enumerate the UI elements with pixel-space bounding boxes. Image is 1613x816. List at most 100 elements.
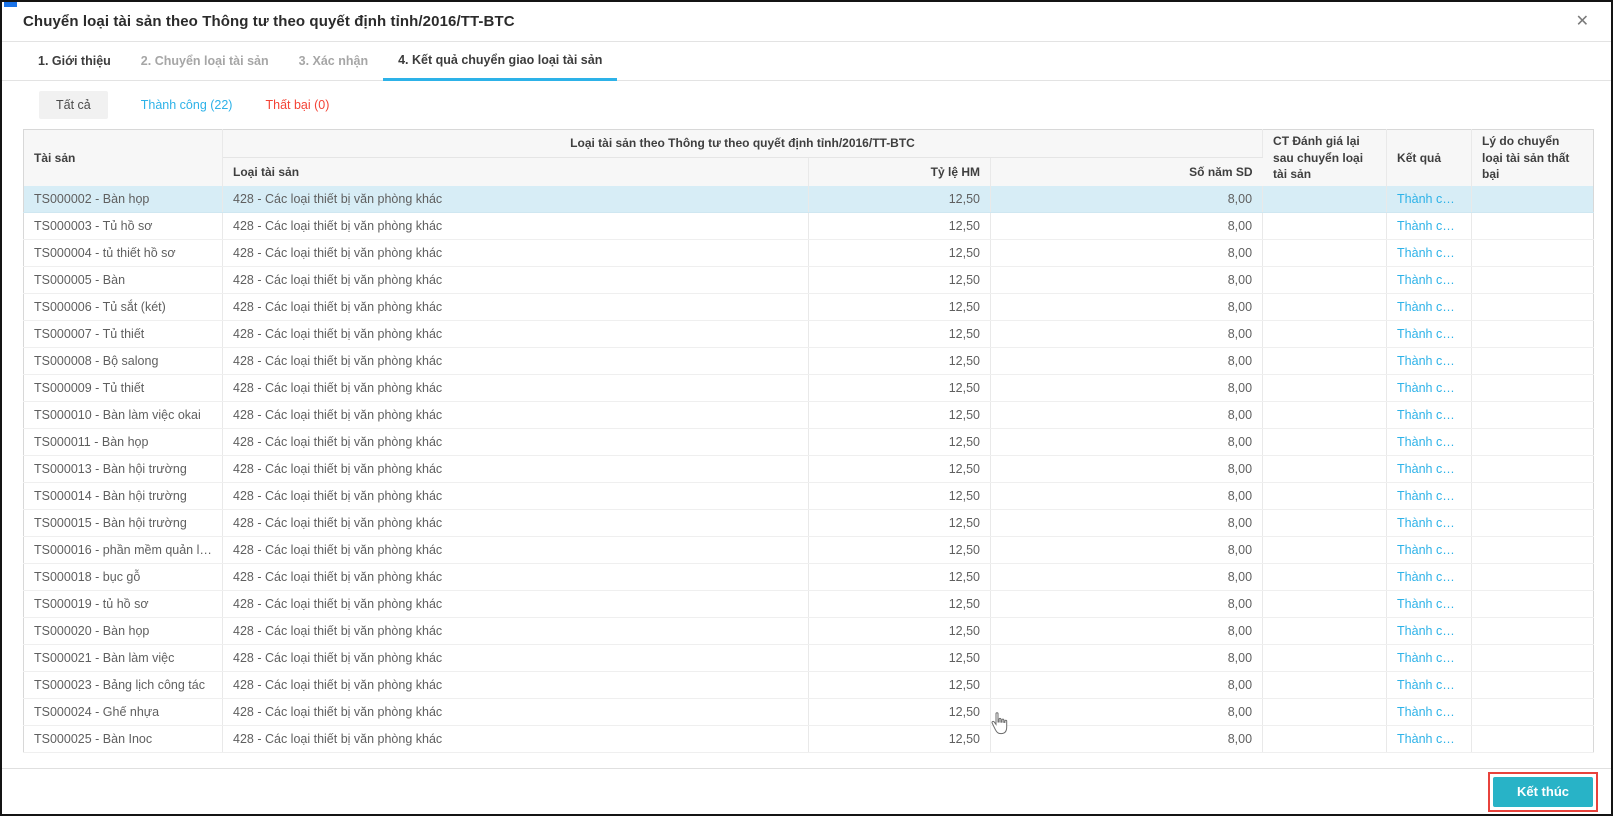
cell-reason xyxy=(1471,428,1594,456)
cell-result: Thành công xyxy=(1386,617,1473,645)
cell-reason xyxy=(1471,617,1594,645)
cell-reason xyxy=(1471,320,1594,348)
cell-ct xyxy=(1262,374,1388,402)
cell-asset: TS000023 - Bảng lịch công tác xyxy=(23,671,223,699)
cell-years: 8,00 xyxy=(990,185,1264,213)
cell-result: Thành công xyxy=(1386,563,1473,591)
table-row[interactable]: TS000009 - Tủ thiết 428 - Các loại thiết … xyxy=(23,374,1594,402)
cell-reason xyxy=(1471,455,1594,483)
cell-rate: 12,50 xyxy=(808,266,991,294)
cell-type: 428 - Các loại thiết bị văn phòng khác xyxy=(222,590,809,618)
dialog-header: Chuyển loại tài sản theo Thông tư theo q… xyxy=(2,2,1611,42)
cell-reason xyxy=(1471,185,1594,213)
table-row[interactable]: TS000005 - Bàn 428 - Các loại thiết bị vă… xyxy=(23,266,1594,294)
cell-ct xyxy=(1262,698,1388,726)
table-row[interactable]: TS000013 - Bàn hội trường 428 - Các loại … xyxy=(23,455,1594,483)
cell-result: Thành công xyxy=(1386,320,1473,348)
step-xac-nhan[interactable]: 3. Xác nhận xyxy=(284,42,383,80)
cell-asset: TS000018 - bục gỗ xyxy=(23,563,223,591)
cell-result: Thành công xyxy=(1386,455,1473,483)
table-row[interactable]: TS000014 - Bàn hội trường 428 - Các loại … xyxy=(23,482,1594,510)
table-row[interactable]: TS000019 - tủ hồ sơ 428 - Các loại thiết … xyxy=(23,590,1594,618)
cell-years: 8,00 xyxy=(990,563,1264,591)
cell-asset: TS000011 - Bàn họp xyxy=(23,428,223,456)
step-gioi-thieu[interactable]: 1. Giới thiệu xyxy=(23,42,126,80)
asset-type-transfer-dialog: Chuyển loại tài sản theo Thông tư theo q… xyxy=(0,0,1613,816)
filter-all[interactable]: Tất cả xyxy=(39,91,108,119)
screenshot-corner-artifact xyxy=(4,2,17,7)
cell-result: Thành công xyxy=(1386,671,1473,699)
cell-ct xyxy=(1262,293,1388,321)
cell-type: 428 - Các loại thiết bị văn phòng khác xyxy=(222,428,809,456)
table-row[interactable]: TS000008 - Bộ salong 428 - Các loại thiết… xyxy=(23,347,1594,375)
cell-result: Thành công xyxy=(1386,536,1473,564)
cell-ct xyxy=(1262,671,1388,699)
cell-ct xyxy=(1262,428,1388,456)
cell-rate: 12,50 xyxy=(808,617,991,645)
table-row[interactable]: TS000003 - Tủ hồ sơ 428 - Các loại thiết … xyxy=(23,212,1594,240)
cell-years: 8,00 xyxy=(990,482,1264,510)
table-row[interactable]: TS000006 - Tủ sắt (két) 428 - Các loại th… xyxy=(23,293,1594,321)
cell-years: 8,00 xyxy=(990,320,1264,348)
table-row[interactable]: TS000004 - tủ thiết hồ sơ 428 - Các loại … xyxy=(23,239,1594,267)
cell-asset: TS000020 - Bàn họp xyxy=(23,617,223,645)
filter-fail[interactable]: Thất bại (0) xyxy=(265,98,329,112)
table-row[interactable]: TS000015 - Bàn hội trường 428 - Các loại … xyxy=(23,509,1594,537)
table-row[interactable]: TS000021 - Bàn làm việc 428 - Các loại th… xyxy=(23,644,1594,672)
table-row[interactable]: TS000011 - Bàn họp 428 - Các loại thiết b… xyxy=(23,428,1594,456)
cell-result: Thành công xyxy=(1386,590,1473,618)
cell-asset: TS000004 - tủ thiết hồ sơ xyxy=(23,239,223,267)
cell-ct xyxy=(1262,482,1388,510)
cell-type: 428 - Các loại thiết bị văn phòng khác xyxy=(222,401,809,429)
table-row[interactable]: TS000002 - Bàn họp 428 - Các loại thiết b… xyxy=(23,185,1594,213)
cell-reason xyxy=(1471,212,1594,240)
cell-type: 428 - Các loại thiết bị văn phòng khác xyxy=(222,725,809,753)
cell-reason xyxy=(1471,509,1594,537)
finish-button[interactable]: Kết thúc xyxy=(1493,776,1593,807)
cell-rate: 12,50 xyxy=(808,671,991,699)
step-chuyen-loai[interactable]: 2. Chuyển loại tài sản xyxy=(126,42,284,80)
table-row[interactable]: TS000010 - Bàn làm việc okai 428 - Các lo… xyxy=(23,401,1594,429)
table-row[interactable]: TS000025 - Bàn Inoc 428 - Các loại thiết … xyxy=(23,725,1594,753)
cell-rate: 12,50 xyxy=(808,212,991,240)
cell-result: Thành công xyxy=(1386,185,1473,213)
dialog-footer: Kết thúc xyxy=(2,768,1611,814)
cell-type: 428 - Các loại thiết bị văn phòng khác xyxy=(222,644,809,672)
cell-reason xyxy=(1471,347,1594,375)
cell-result: Thành công xyxy=(1386,698,1473,726)
col-header-ct: CT Đánh giá lại sau chuyển loại tài sản xyxy=(1262,129,1388,186)
cell-type: 428 - Các loại thiết bị văn phòng khác xyxy=(222,293,809,321)
table-row[interactable]: TS000016 - phần mềm quản lý tài sản428 -… xyxy=(23,536,1594,564)
result-filter-bar: Tất cả Thành công (22) Thất bại (0) xyxy=(2,81,1611,129)
table-row[interactable]: TS000007 - Tủ thiết 428 - Các loại thiết … xyxy=(23,320,1594,348)
cell-type: 428 - Các loại thiết bị văn phòng khác xyxy=(222,374,809,402)
col-header-type: Loại tài sản xyxy=(222,157,809,186)
cell-rate: 12,50 xyxy=(808,185,991,213)
cell-rate: 12,50 xyxy=(808,509,991,537)
cell-type: 428 - Các loại thiết bị văn phòng khác xyxy=(222,212,809,240)
step-ket-qua[interactable]: 4. Kết quả chuyển giao loại tài sản xyxy=(383,42,618,81)
cell-years: 8,00 xyxy=(990,428,1264,456)
cell-rate: 12,50 xyxy=(808,239,991,267)
cell-years: 8,00 xyxy=(990,293,1264,321)
cell-ct xyxy=(1262,644,1388,672)
cell-asset: TS000010 - Bàn làm việc okai xyxy=(23,401,223,429)
table-row[interactable]: TS000024 - Ghế nhựa 428 - Các loại thiết … xyxy=(23,698,1594,726)
cell-years: 8,00 xyxy=(990,266,1264,294)
dialog-title: Chuyển loại tài sản theo Thông tư theo q… xyxy=(23,13,515,30)
table-row[interactable]: TS000018 - bục gỗ 428 - Các loại thiết bị… xyxy=(23,563,1594,591)
table-row[interactable]: TS000023 - Bảng lịch công tác 428 - Các l… xyxy=(23,671,1594,699)
cell-result: Thành công xyxy=(1386,347,1473,375)
cell-type: 428 - Các loại thiết bị văn phòng khác xyxy=(222,536,809,564)
filter-success[interactable]: Thành công (22) xyxy=(141,98,233,112)
cell-reason xyxy=(1471,590,1594,618)
results-table: Tài sản Loại tài sản theo Thông tư theo … xyxy=(23,129,1595,753)
results-table-area: Tài sản Loại tài sản theo Thông tư theo … xyxy=(2,129,1611,768)
cell-rate: 12,50 xyxy=(808,590,991,618)
cell-asset: TS000016 - phần mềm quản lý tài sản xyxy=(23,536,223,564)
table-row[interactable]: TS000020 - Bàn họp 428 - Các loại thiết b… xyxy=(23,617,1594,645)
cell-asset: TS000009 - Tủ thiết xyxy=(23,374,223,402)
cell-result: Thành công xyxy=(1386,266,1473,294)
close-icon[interactable]: ✕ xyxy=(1572,12,1593,32)
cell-type: 428 - Các loại thiết bị văn phòng khác xyxy=(222,509,809,537)
